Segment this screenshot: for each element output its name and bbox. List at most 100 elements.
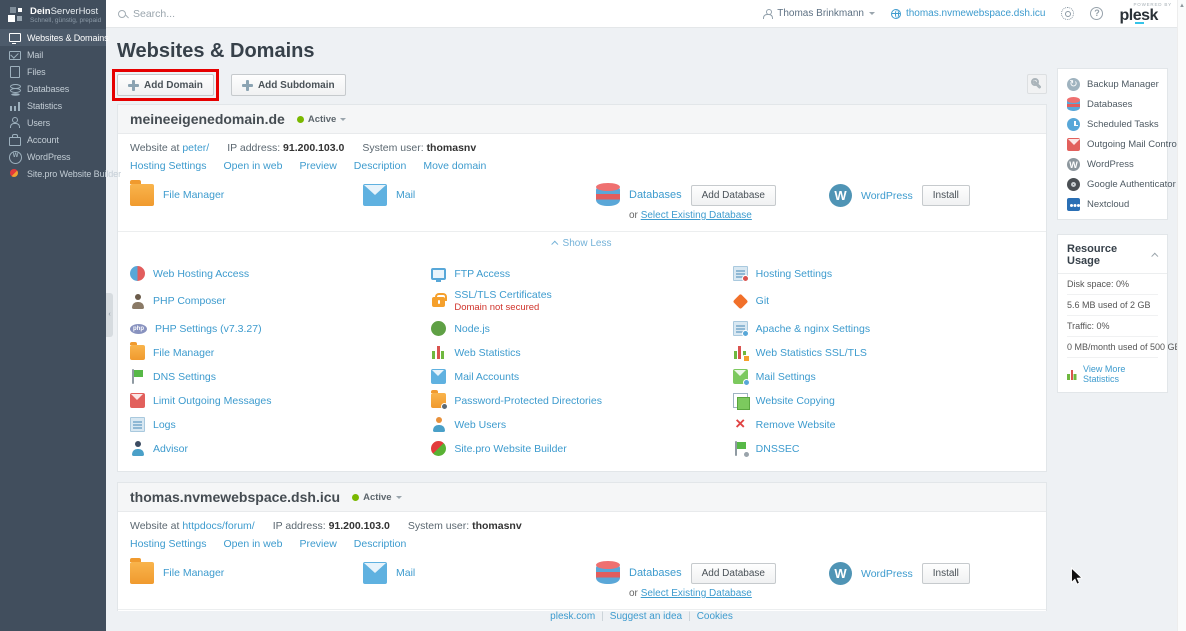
sidebar-item-sitepro-builder[interactable]: Site.pro Website Builder: [0, 165, 106, 182]
sidebar-item-statistics[interactable]: Statistics: [0, 97, 106, 114]
sidebar-item-mail[interactable]: Mail: [0, 46, 106, 63]
suggest-idea-link[interactable]: Suggest an idea: [610, 611, 682, 622]
customize-tools-button[interactable]: [1027, 74, 1047, 94]
add-database-button[interactable]: Add Database: [691, 563, 776, 584]
page-scrollbar[interactable]: ▲: [1177, 0, 1186, 631]
widget-scheduled-tasks[interactable]: Scheduled Tasks: [1058, 114, 1167, 134]
brand-logo[interactable]: DeinServerHost Schnell, günstig, prepaid: [0, 0, 106, 28]
widget-outgoing-mail-control[interactable]: Outgoing Mail Control: [1058, 134, 1167, 154]
hosting-settings-link[interactable]: Hosting Settings: [130, 160, 206, 172]
deinserverhost-logo-icon: [8, 7, 24, 23]
tool-web-users[interactable]: Web Users: [431, 416, 732, 433]
databases-link[interactable]: Databases: [629, 567, 682, 579]
tool-web-hosting-access[interactable]: Web Hosting Access: [130, 265, 431, 282]
git-icon: [732, 293, 748, 309]
user-menu[interactable]: Thomas Brinkmann: [763, 8, 875, 19]
tool-remove-website[interactable]: Remove Website: [733, 416, 1034, 433]
preview-link[interactable]: Preview: [299, 160, 336, 172]
install-wordpress-button[interactable]: Install: [922, 185, 970, 206]
tool-apache-nginx-settings[interactable]: Apache & nginx Settings: [733, 320, 1034, 337]
sidebar-item-account[interactable]: Account: [0, 131, 106, 148]
sidebar-item-users[interactable]: Users: [0, 114, 106, 131]
page-title: Websites & Domains: [117, 40, 1047, 63]
logs-icon: [130, 417, 145, 432]
sprocket-icon[interactable]: [1061, 7, 1074, 20]
widget-google-authenticator[interactable]: Google Authenticator: [1058, 174, 1167, 194]
sidebar-item-files[interactable]: Files: [0, 63, 106, 80]
tool-ftp-access[interactable]: FTP Access: [431, 265, 732, 282]
sidebar-item-databases[interactable]: Databases: [0, 80, 106, 97]
tool-git[interactable]: Git: [733, 289, 1034, 313]
scroll-up-arrow[interactable]: ▲: [1178, 0, 1186, 12]
description-link[interactable]: Description: [354, 538, 407, 550]
sidebar-collapse-handle[interactable]: ‹: [106, 293, 113, 337]
cookies-link[interactable]: Cookies: [697, 611, 733, 622]
ip-address: 91.200.103.0: [329, 520, 390, 532]
sidebar-item-websites-domains[interactable]: Websites & Domains: [0, 29, 106, 46]
remove-x-icon: [733, 417, 748, 432]
tool-ssl-certificates[interactable]: SSL/TLS CertificatesDomain not secured: [431, 289, 732, 313]
widget-nextcloud[interactable]: Nextcloud: [1058, 194, 1167, 214]
web-hosting-access-icon: [130, 266, 145, 281]
add-database-button[interactable]: Add Database: [691, 185, 776, 206]
tool-limit-outgoing-messages[interactable]: Limit Outgoing Messages: [130, 392, 431, 409]
open-in-web-link[interactable]: Open in web: [223, 160, 282, 172]
install-wordpress-button[interactable]: Install: [922, 563, 970, 584]
tool-file-manager[interactable]: File Manager: [130, 344, 431, 361]
plesk-logo[interactable]: POWERED BY plesk: [1119, 3, 1172, 24]
tool-hosting-settings[interactable]: Hosting Settings: [733, 265, 1034, 282]
wrench-icon: [1031, 78, 1043, 90]
tool-sitepro-builder[interactable]: Site.pro Website Builder: [431, 440, 732, 457]
open-in-web-link[interactable]: Open in web: [223, 538, 282, 550]
tool-nodejs[interactable]: Node.js: [431, 320, 732, 337]
preview-link[interactable]: Preview: [299, 538, 336, 550]
help-icon[interactable]: ?: [1090, 7, 1103, 20]
quick-mail[interactable]: Mail: [363, 562, 596, 584]
quick-access-row: File Manager Mail Databases Add Database…: [130, 562, 1034, 599]
widget-backup-manager[interactable]: Backup Manager: [1058, 74, 1167, 94]
website-path-link[interactable]: peter/: [182, 142, 209, 154]
advisor-icon: [130, 441, 145, 456]
tool-php-composer[interactable]: PHP Composer: [130, 289, 431, 313]
add-subdomain-button[interactable]: Add Subdomain: [231, 74, 346, 96]
widget-tools-card: Backup Manager Databases Scheduled Tasks…: [1057, 68, 1168, 220]
search-input[interactable]: Search...: [118, 8, 175, 20]
quick-file-manager[interactable]: File Manager: [130, 562, 363, 584]
tool-logs[interactable]: Logs: [130, 416, 431, 433]
quick-file-manager[interactable]: File Manager: [130, 184, 363, 206]
tool-dnssec[interactable]: DNSSEC: [733, 440, 1034, 457]
domain-status-dropdown[interactable]: Active: [297, 114, 347, 125]
widget-wordpress[interactable]: WordPress: [1058, 154, 1167, 174]
wordpress-link[interactable]: WordPress: [861, 190, 913, 202]
sidebar-item-wordpress[interactable]: WordPress: [0, 148, 106, 165]
tool-advisor[interactable]: Advisor: [130, 440, 431, 457]
databases-link[interactable]: Databases: [629, 189, 682, 201]
view-more-statistics-link[interactable]: View More Statistics: [1083, 364, 1158, 384]
show-less-link[interactable]: Show Less: [553, 238, 612, 249]
domain-links-row: Hosting Settings Open in web Preview Des…: [130, 160, 1034, 172]
plus-icon: [242, 80, 253, 91]
hosting-settings-link[interactable]: Hosting Settings: [130, 538, 206, 550]
tool-dns-settings[interactable]: DNS Settings: [130, 368, 431, 385]
tool-web-statistics[interactable]: Web Statistics: [431, 344, 732, 361]
plesk-com-link[interactable]: plesk.com: [550, 611, 595, 622]
add-domain-button[interactable]: Add Domain: [117, 74, 214, 96]
tool-website-copying[interactable]: Website Copying: [733, 392, 1034, 409]
select-existing-database-link[interactable]: Select Existing Database: [641, 588, 752, 599]
quick-mail[interactable]: Mail: [363, 184, 596, 206]
hostname-link[interactable]: thomas.nvmewebspace.dsh.icu: [891, 8, 1046, 19]
tool-mail-settings[interactable]: Mail Settings: [733, 368, 1034, 385]
description-link[interactable]: Description: [354, 160, 407, 172]
wordpress-link[interactable]: WordPress: [861, 568, 913, 580]
website-path-link[interactable]: httpdocs/forum/: [182, 520, 254, 532]
widget-databases[interactable]: Databases: [1058, 94, 1167, 114]
move-domain-link[interactable]: Move domain: [423, 160, 486, 172]
database-icon: [1067, 98, 1080, 111]
select-existing-database-link[interactable]: Select Existing Database: [641, 210, 752, 221]
tool-password-protected-directories[interactable]: Password-Protected Directories: [431, 392, 732, 409]
resource-usage-header[interactable]: Resource Usage: [1058, 235, 1167, 274]
tool-php-settings[interactable]: PHP Settings (v7.3.27): [130, 320, 431, 337]
domain-status-dropdown[interactable]: Active: [352, 492, 402, 503]
tool-mail-accounts[interactable]: Mail Accounts: [431, 368, 732, 385]
tool-web-statistics-ssl[interactable]: Web Statistics SSL/TLS: [733, 344, 1034, 361]
